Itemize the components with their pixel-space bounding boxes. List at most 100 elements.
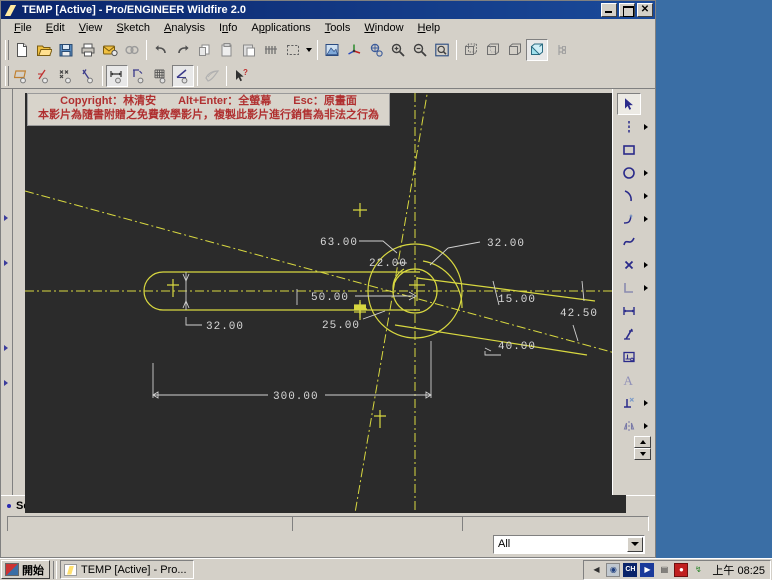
send-mail-button[interactable] [99, 39, 121, 61]
sketcher-display-toolbar: ? [1, 63, 655, 89]
tray-update-icon[interactable]: ↯ [691, 563, 705, 577]
arc-tool-flyout-arrow[interactable] [641, 185, 651, 207]
undo-button[interactable] [150, 39, 172, 61]
mirror-tool-flyout-arrow[interactable] [641, 415, 651, 437]
toggle-constraints-button[interactable] [128, 65, 150, 87]
toolbar-separator-4 [102, 65, 103, 86]
tray-ime-icon[interactable]: CH [623, 562, 638, 577]
taskbar-item-proe[interactable]: TEMP [Active] - Pro... [60, 560, 194, 579]
copy-button[interactable] [216, 39, 238, 61]
point-tool-flyout-arrow[interactable] [641, 254, 651, 276]
new-file-button[interactable] [11, 39, 33, 61]
tray-shield-icon[interactable]: ● [674, 562, 689, 577]
taskbar-divider [53, 560, 57, 579]
cut-button[interactable] [194, 39, 216, 61]
tray-volume-icon[interactable]: ◀ [589, 562, 604, 577]
minimize-button[interactable] [601, 3, 617, 17]
menu-tools[interactable]: Tools [318, 20, 358, 36]
message-scroll-buttons[interactable] [634, 436, 651, 461]
menu-help[interactable]: Help [411, 20, 448, 36]
select-tool[interactable] [617, 92, 641, 115]
point-tool[interactable] [617, 254, 641, 276]
grid-snap-button[interactable] [77, 65, 99, 87]
find-button[interactable] [260, 39, 282, 61]
rectangle-tool[interactable] [617, 139, 641, 161]
tray-network-icon[interactable]: ▤ [657, 563, 671, 577]
spin-center-button[interactable] [343, 39, 365, 61]
chevron-down-icon[interactable] [627, 536, 643, 552]
sketcher-row-rectangle [614, 138, 654, 161]
start-button[interactable]: 開始 [1, 560, 50, 579]
dimension-tool[interactable] [617, 300, 641, 322]
select-box-flyout-arrow[interactable] [304, 39, 314, 61]
scroll-down-button[interactable] [634, 448, 651, 460]
left-rail-expander-1[interactable] [3, 214, 11, 223]
select-box-button[interactable] [282, 39, 304, 61]
graphics-window[interactable]: Copyright：林清安 Alt+Enter：全螢幕 Esc：原畫面 本影片為… [25, 93, 626, 513]
spline-tool[interactable] [617, 231, 641, 253]
zoom-out-button[interactable] [409, 39, 431, 61]
use-edge-tool-flyout-arrow[interactable] [641, 277, 651, 299]
tray-display-icon[interactable]: ◉ [606, 562, 621, 577]
menu-window[interactable]: Window [357, 20, 410, 36]
menu-view[interactable]: View [72, 20, 110, 36]
menu-info[interactable]: Info [212, 20, 244, 36]
dim-display-button[interactable] [11, 65, 33, 87]
trim-tool-flyout-arrow[interactable] [641, 392, 651, 414]
context-help-button[interactable]: ? [230, 65, 252, 87]
left-rail-expander-4[interactable] [3, 379, 11, 388]
constraint-tool[interactable] [617, 346, 641, 368]
text-tool[interactable]: A [617, 369, 641, 391]
repaint-button[interactable] [321, 39, 343, 61]
line-tool[interactable] [617, 116, 641, 138]
toolbar-grip-2[interactable] [5, 65, 9, 86]
menu-file[interactable]: File [7, 20, 39, 36]
toolbar-grip[interactable] [5, 39, 9, 60]
save-file-button[interactable] [55, 39, 77, 61]
reorient-button[interactable] [365, 39, 387, 61]
menu-sketch[interactable]: Sketch [109, 20, 157, 36]
work-area: Copyright：林清安 Alt+Enter：全螢幕 Esc：原畫面 本影片為… [1, 89, 655, 513]
menu-analysis[interactable]: Analysis [157, 20, 212, 36]
refit-button[interactable] [431, 39, 453, 61]
toggle-grid-button[interactable] [150, 65, 172, 87]
use-edge-tool[interactable] [617, 277, 641, 299]
sketcher-row-constraint [614, 345, 654, 368]
tray-media-icon[interactable]: ▶ [640, 562, 655, 577]
arc-tool[interactable] [617, 185, 641, 207]
mirror-tool[interactable] [617, 415, 641, 437]
close-button[interactable]: ✕ [637, 3, 653, 17]
no-hidden-button[interactable] [504, 39, 526, 61]
maximize-button[interactable] [619, 3, 635, 17]
line-tool-flyout-arrow[interactable] [641, 116, 651, 138]
open-file-button[interactable] [33, 39, 55, 61]
scroll-up-button[interactable] [634, 436, 651, 448]
link-button[interactable] [121, 39, 143, 61]
paste-button[interactable] [238, 39, 260, 61]
sketch-shade-button[interactable] [201, 65, 223, 87]
left-rail-expander-3[interactable] [3, 344, 11, 353]
toggle-dimensions-button[interactable] [106, 64, 128, 87]
circle-tool[interactable] [617, 162, 641, 184]
menu-edit[interactable]: Edit [39, 20, 72, 36]
datum-display-button[interactable] [548, 39, 570, 61]
vertex-display-button[interactable] [55, 65, 77, 87]
menu-applications[interactable]: Applications [244, 20, 317, 36]
hidden-line-button[interactable] [482, 39, 504, 61]
left-rail-expander-2[interactable] [3, 259, 11, 268]
wireframe-button[interactable] [460, 39, 482, 61]
trim-tool[interactable] [617, 392, 641, 414]
circle-tool-flyout-arrow[interactable] [641, 162, 651, 184]
fillet-tool-flyout-arrow[interactable] [641, 208, 651, 230]
title-bar[interactable]: TEMP [Active] - Pro/ENGINEER Wildfire 2.… [1, 1, 655, 19]
modify-tool[interactable] [617, 323, 641, 345]
redo-button[interactable] [172, 39, 194, 61]
zoom-in-button[interactable] [387, 39, 409, 61]
selection-filter-combobox[interactable]: All [493, 534, 645, 554]
shading-button[interactable] [526, 38, 548, 61]
fillet-tool[interactable] [617, 208, 641, 230]
toolbar-separator-2 [317, 39, 318, 60]
toggle-vertices-button[interactable] [172, 64, 194, 87]
print-button[interactable] [77, 39, 99, 61]
constraint-display-button[interactable] [33, 65, 55, 87]
